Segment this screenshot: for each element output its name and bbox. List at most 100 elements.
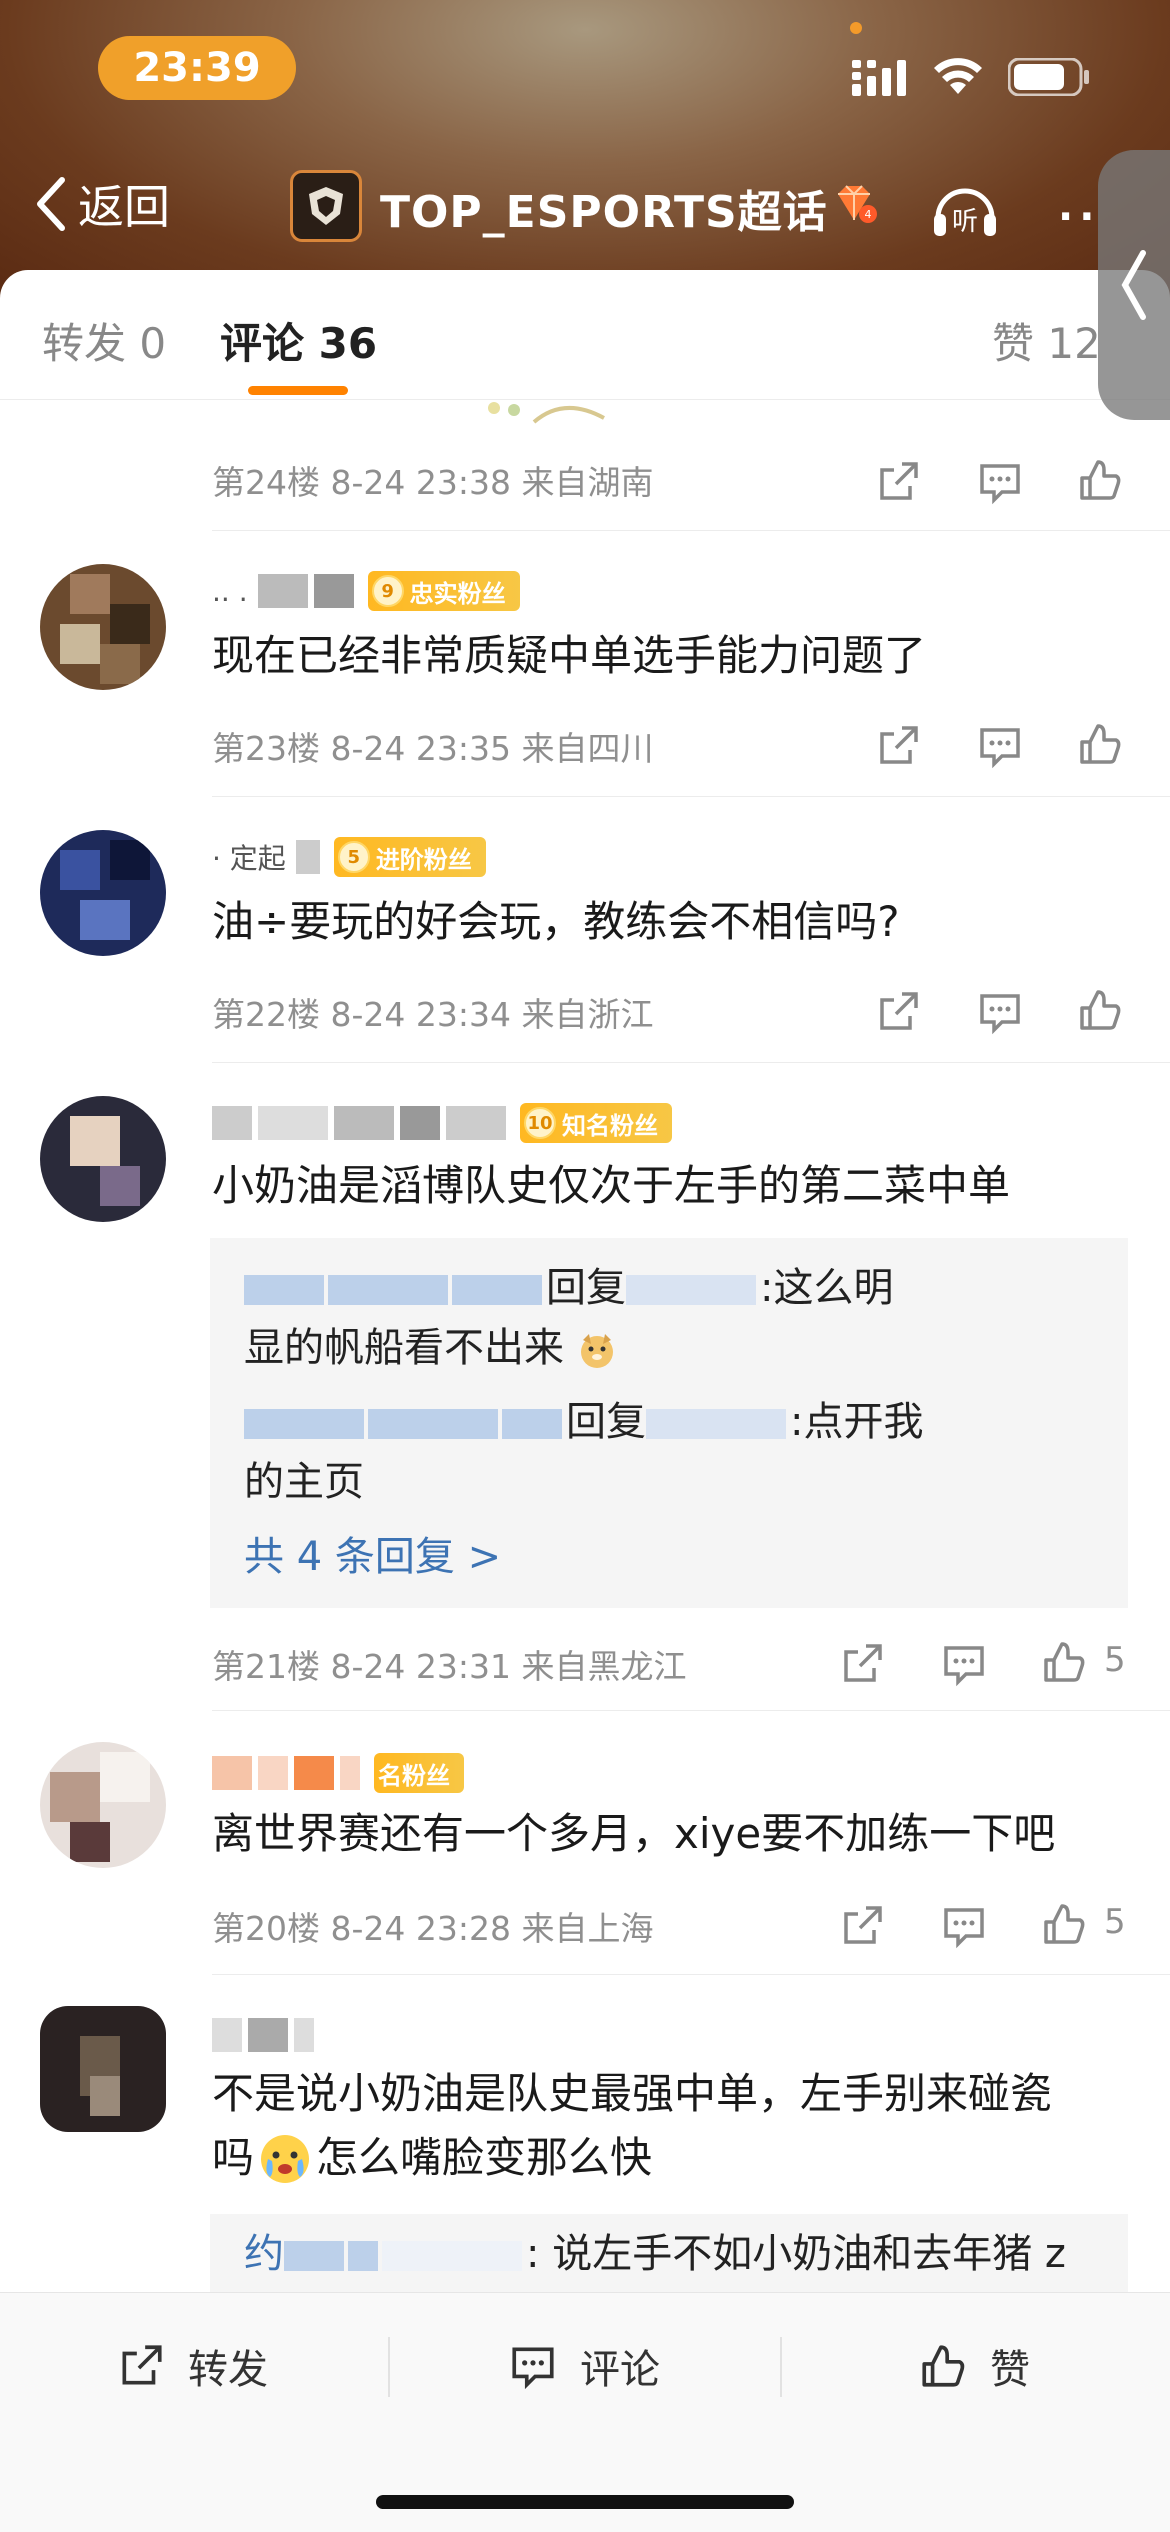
fan-badge: 名粉丝 bbox=[374, 1753, 464, 1793]
comment-icon[interactable] bbox=[976, 458, 1024, 506]
back-button[interactable]: 返回 bbox=[32, 174, 170, 234]
repost-button[interactable]: 转发 bbox=[116, 2331, 268, 2401]
username-visible: · 定起 bbox=[212, 842, 286, 875]
reply-line: 回复:点开我 bbox=[244, 1392, 923, 1452]
privacy-dot bbox=[850, 22, 862, 34]
share-icon[interactable] bbox=[874, 458, 922, 506]
like-icon[interactable] bbox=[1076, 986, 1124, 1034]
topic-logo[interactable] bbox=[290, 170, 362, 242]
comment-image-fragment bbox=[488, 402, 605, 424]
tab-like[interactable]: 赞 12 bbox=[992, 310, 1101, 371]
avatar[interactable] bbox=[40, 1742, 166, 1868]
comment-text: 现在已经非常质疑中单选手能力问题了 bbox=[212, 631, 927, 680]
comment-meta: 第21楼 8-24 23:31 来自黑龙江 bbox=[212, 1647, 687, 1686]
reply-box[interactable]: 回复:这么明 显的帆船看不出来 回复:点开我 的主页 共 4 条回复 > bbox=[210, 1238, 1128, 1608]
crying-emoji-icon bbox=[261, 2135, 310, 2183]
username[interactable]: · 定起 bbox=[212, 837, 326, 877]
chevron-left-icon bbox=[1121, 250, 1146, 320]
reply-name-prefix: 约 bbox=[244, 2231, 284, 2277]
username[interactable] bbox=[212, 2018, 320, 2052]
comment-icon bbox=[512, 2347, 554, 2390]
repost-label: 转发 bbox=[188, 2347, 268, 2393]
comment-meta: 第23楼 8-24 23:35 来自四川 bbox=[212, 729, 654, 768]
comment-text: 不是说小奶油是队史最强中单，左手别来碰瓷 bbox=[212, 2069, 1053, 2118]
comment-divider bbox=[212, 1062, 1170, 1063]
like-icon[interactable] bbox=[1040, 1638, 1088, 1686]
comment-user-row: · 定起 5 进阶粉丝 bbox=[212, 832, 486, 882]
comment-user-row: .. . 9 忠实粉丝 bbox=[212, 566, 520, 616]
like-icon[interactable] bbox=[1076, 720, 1124, 768]
reply-line: 显的帆船看不出来 bbox=[244, 1318, 617, 1378]
username[interactable] bbox=[212, 1106, 512, 1140]
comment-text-prefix: 吗 bbox=[212, 2133, 255, 2182]
fan-badge-label: 知名粉丝 bbox=[562, 1111, 658, 1140]
comment-text: 小奶油是滔博队史仅次于左手的第二菜中单 bbox=[212, 1161, 1011, 1210]
share-icon[interactable] bbox=[874, 988, 922, 1036]
username[interactable]: .. . bbox=[212, 574, 360, 608]
headphones-icon: 听 bbox=[934, 188, 996, 237]
tab-bar: 转发 0 评论 36 赞 12 bbox=[0, 270, 1170, 400]
topic-title: TOP_ESPORTS超话 bbox=[380, 187, 828, 238]
back-label: 返回 bbox=[78, 180, 170, 234]
cellular-signal-icon bbox=[852, 60, 906, 96]
reply-line: 回复 :这么明 bbox=[244, 1258, 893, 1318]
share-icon[interactable] bbox=[838, 1902, 886, 1950]
bottom-divider bbox=[780, 2337, 782, 2397]
comment-icon[interactable] bbox=[940, 1902, 988, 1950]
listen-button[interactable]: 听 bbox=[928, 172, 1002, 242]
reply-box[interactable]: 约: 说左手不如小奶油和去年猪 z bbox=[210, 2214, 1128, 2294]
like-button[interactable]: 赞 bbox=[918, 2331, 1030, 2401]
navigation-bar: 返回 TOP_ESPORTS超话 4 听 ·· bbox=[0, 150, 1170, 260]
comment-user-row: 10 知名粉丝 bbox=[212, 1098, 672, 1148]
username[interactable] bbox=[212, 1756, 366, 1790]
reply-text: 显的帆船看不出来 bbox=[244, 1325, 564, 1371]
reply-line: 约: 说左手不如小奶油和去年猪 z bbox=[244, 2224, 1066, 2284]
more-replies-link[interactable]: 共 4 条回复 > bbox=[244, 1524, 501, 1582]
reply-text: :点开我 bbox=[790, 1399, 924, 1445]
share-icon[interactable] bbox=[874, 722, 922, 770]
avatar[interactable] bbox=[40, 830, 166, 956]
comment-divider bbox=[212, 530, 1170, 531]
tab-repost[interactable]: 转发 0 bbox=[42, 310, 166, 371]
comment-button[interactable]: 评论 bbox=[508, 2331, 660, 2401]
comment-divider bbox=[212, 1974, 1170, 1975]
reply-action: 回复 bbox=[546, 1265, 626, 1311]
share-icon bbox=[122, 2345, 162, 2385]
avatar[interactable] bbox=[40, 2006, 166, 2132]
battery-icon bbox=[1008, 58, 1089, 96]
comment-user-row bbox=[212, 2010, 320, 2060]
fan-level: 9 bbox=[371, 575, 404, 607]
comment-divider bbox=[212, 1710, 1170, 1711]
fan-badge: 9 忠实粉丝 bbox=[367, 571, 520, 611]
status-time: 23:39 bbox=[98, 36, 296, 100]
comment-meta: 第24楼 8-24 23:38 来自湖南 bbox=[212, 463, 654, 502]
avatar[interactable] bbox=[40, 1096, 166, 1222]
comment-text: 油÷要玩的好会玩，教练会不相信吗? bbox=[212, 897, 900, 946]
comment-icon[interactable] bbox=[940, 1640, 988, 1688]
fan-badge: 10 知名粉丝 bbox=[520, 1103, 672, 1143]
bottom-divider bbox=[388, 2337, 390, 2397]
like-count: 5 bbox=[1104, 1640, 1126, 1680]
share-icon[interactable] bbox=[838, 1640, 886, 1688]
comment-text: 离世界赛还有一个多月，xiye要不加练一下吧 bbox=[212, 1809, 1056, 1858]
avatar[interactable] bbox=[40, 564, 166, 690]
like-icon[interactable] bbox=[1040, 1900, 1088, 1948]
comment-icon[interactable] bbox=[976, 722, 1024, 770]
reply-text: :这么明 bbox=[760, 1265, 894, 1311]
more-options-button[interactable]: ·· bbox=[1058, 194, 1100, 240]
active-tab-indicator bbox=[248, 386, 348, 395]
like-label: 赞 bbox=[990, 2347, 1030, 2393]
tab-comment[interactable]: 评论 36 bbox=[220, 310, 377, 371]
bottom-action-bar: 转发 评论 赞 bbox=[0, 2292, 1170, 2532]
doge-emoji-icon bbox=[580, 1334, 613, 1368]
comment-label: 评论 bbox=[580, 2347, 660, 2393]
comment-meta: 第22楼 8-24 23:34 来自浙江 bbox=[212, 995, 654, 1034]
side-drawer-handle[interactable] bbox=[1098, 150, 1170, 420]
listen-label: 听 bbox=[952, 207, 978, 237]
wifi-icon bbox=[934, 58, 982, 94]
svg-text:4: 4 bbox=[865, 208, 872, 221]
home-indicator[interactable] bbox=[376, 2495, 794, 2509]
username-visible: .. . bbox=[212, 574, 248, 608]
like-icon[interactable] bbox=[1076, 456, 1124, 504]
comment-icon[interactable] bbox=[976, 988, 1024, 1036]
